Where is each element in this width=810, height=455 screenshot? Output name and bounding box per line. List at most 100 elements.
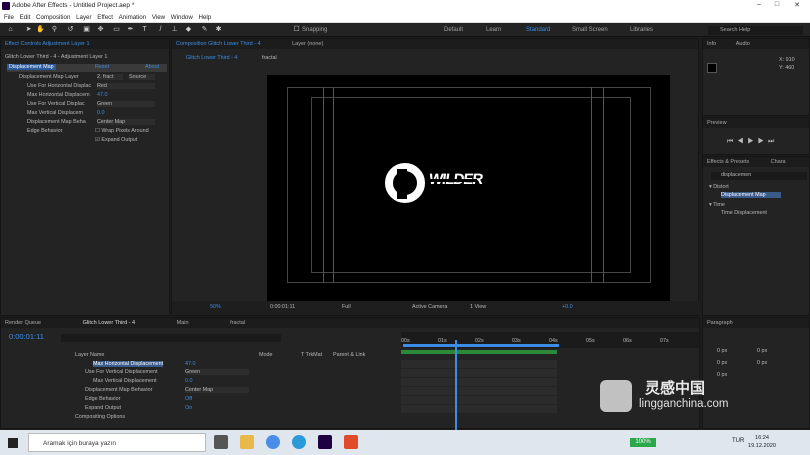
zoom-dropdown[interactable]: 50% <box>210 304 221 310</box>
timeline-row-label[interactable]: Max Horizontal Displacement <box>93 361 164 367</box>
effects-presets-tab[interactable]: Effects & Presets <box>707 159 749 165</box>
layer-duration-bar[interactable] <box>401 350 557 354</box>
search-help-input[interactable]: Search Help <box>708 26 803 35</box>
taskbar-search-input[interactable]: Aramak için buraya yazın <box>28 433 206 452</box>
current-time[interactable]: 0:00:01:11 <box>270 304 295 310</box>
roto-brush-icon[interactable]: ✎ <box>200 25 209 34</box>
timeline-row-label[interactable]: Use For Vertical Displacement <box>85 369 158 375</box>
type-tool-icon[interactable]: T <box>140 25 149 34</box>
rotate-tool-icon[interactable]: ↺ <box>66 25 75 34</box>
menu-edit[interactable]: Edit <box>20 13 31 23</box>
effect-time-displacement[interactable]: Time Displacement <box>721 210 767 216</box>
snapping-checkbox[interactable]: ☐ <box>292 25 301 34</box>
timeline-row-value[interactable]: Center Map <box>185 387 249 393</box>
map-behavior-select[interactable]: Center Map <box>97 119 155 125</box>
task-view-icon[interactable] <box>214 435 228 449</box>
comp-timeline-tab[interactable]: Glitch Lower Third - 4 <box>83 320 135 326</box>
timeline-row-value[interactable]: 0.0 <box>185 378 193 384</box>
timeline-row-label[interactable]: Edge Behavior <box>85 396 120 402</box>
rectangle-tool-icon[interactable]: ▭ <box>112 25 121 34</box>
hand-tool-icon[interactable]: ✋ <box>36 25 45 34</box>
work-area-bar[interactable] <box>403 344 559 347</box>
after-effects-icon[interactable] <box>318 435 332 449</box>
expand-output-checkbox[interactable]: ☑ Expand Output <box>95 137 137 143</box>
resolution-dropdown[interactable]: Full <box>342 304 351 310</box>
timeline-row-label[interactable]: Expand Output <box>85 405 121 411</box>
brush-tool-icon[interactable]: / <box>156 25 165 34</box>
camera-dropdown[interactable]: Active Camera <box>412 304 447 310</box>
playhead[interactable] <box>455 340 457 430</box>
composition-tab[interactable]: Composition Glitch Lower Third - 4 <box>176 41 261 47</box>
workspace-default[interactable]: Default <box>444 27 463 33</box>
puppet-tool-icon[interactable]: ✱ <box>214 25 223 34</box>
menu-view[interactable]: View <box>152 13 165 23</box>
menu-layer[interactable]: Layer <box>76 13 91 23</box>
map-layer-select[interactable]: 2. fract <box>97 74 123 80</box>
category-time[interactable]: ▾ Time <box>709 202 725 208</box>
fractal-tab[interactable]: fractal <box>230 320 245 326</box>
language-indicator[interactable]: TUR <box>732 438 744 444</box>
camera-tool-icon[interactable]: ▣ <box>82 25 91 34</box>
timeline-search-input[interactable] <box>61 334 281 342</box>
comp-subtab[interactable]: Glitch Lower Third - 4 <box>186 55 237 61</box>
time-ruler[interactable]: 00s 01s 02s 03s 04s 05s 06s 07s <box>401 332 699 348</box>
menu-file[interactable]: File <box>4 13 14 23</box>
reset-link[interactable]: Reset <box>95 64 109 70</box>
timeline-row-value[interactable]: Green <box>185 369 249 375</box>
effect-displacement-map[interactable]: Displacement Map <box>721 192 781 198</box>
pen-tool-icon[interactable]: ✒ <box>126 25 135 34</box>
eraser-tool-icon[interactable]: ◆ <box>184 25 193 34</box>
info-tab[interactable]: Info <box>707 41 716 47</box>
timeline-row-label[interactable]: Compositing Options <box>75 414 125 420</box>
layer-tab[interactable]: Layer (none) <box>292 41 323 47</box>
chrome-icon[interactable] <box>266 435 280 449</box>
zoom-tool-icon[interactable]: ⚲ <box>50 25 59 34</box>
wrap-checkbox[interactable]: ☐ Wrap Pixels Around <box>95 128 149 134</box>
selection-tool-icon[interactable]: ➤ <box>24 25 33 34</box>
workspace-libraries[interactable]: Libraries <box>630 27 653 33</box>
windows-start-icon[interactable] <box>8 438 18 448</box>
exposure-value[interactable]: +0.0 <box>562 304 573 310</box>
horizontal-channel-select[interactable]: Red <box>97 83 155 89</box>
edge-icon[interactable] <box>292 435 306 449</box>
file-explorer-icon[interactable] <box>240 435 254 449</box>
maximize-button[interactable]: □ <box>770 1 784 11</box>
render-queue-tab[interactable]: Render Queue <box>5 320 41 326</box>
category-distort[interactable]: ▾ Distort <box>709 184 729 190</box>
views-dropdown[interactable]: 1 View <box>470 304 486 310</box>
max-horizontal-value[interactable]: 47.0 <box>97 92 108 98</box>
character-tab[interactable]: Chara <box>771 159 786 165</box>
workspace-small-screen[interactable]: Small Screen <box>572 27 608 33</box>
effect-header[interactable]: Displacement Map Reset About <box>7 64 167 72</box>
menu-effect[interactable]: Effect <box>97 13 113 23</box>
indent-left[interactable]: 0 px <box>717 348 727 354</box>
main-tab[interactable]: Main <box>177 320 189 326</box>
comp-canvas[interactable]: WILDER <box>267 75 670 301</box>
menu-help[interactable]: Help <box>198 13 211 23</box>
timeline-row-label[interactable]: Displacement Map Behavior <box>85 387 152 393</box>
audio-tab[interactable]: Audio <box>736 41 750 47</box>
effects-search-input[interactable]: displacemen <box>711 172 807 180</box>
timeline-row-label[interactable]: Max Vertical Displacement <box>93 378 157 384</box>
vertical-channel-select[interactable]: Green <box>97 101 155 107</box>
indent-first[interactable]: 0 px <box>717 360 727 366</box>
space-before[interactable]: 0 px <box>757 360 767 366</box>
workspace-standard[interactable]: Standard <box>526 27 550 33</box>
minimize-button[interactable]: – <box>752 1 766 11</box>
source-select[interactable]: Source <box>129 74 155 80</box>
preview-controls[interactable]: ⏮◀▶▶⏭ <box>727 138 778 146</box>
space-after[interactable]: 0 px <box>717 372 727 378</box>
menu-composition[interactable]: Composition <box>36 13 70 23</box>
timeline-current-time[interactable]: 0:00:01:11 <box>9 332 44 341</box>
timeline-row-value[interactable]: 47.0 <box>185 361 196 367</box>
menu-window[interactable]: Window <box>171 13 193 23</box>
timeline-row-value[interactable]: Off <box>185 396 192 402</box>
max-vertical-value[interactable]: 0.0 <box>97 110 105 116</box>
pan-behind-icon[interactable]: ✥ <box>96 25 105 34</box>
screen-recorder-icon[interactable] <box>344 435 358 449</box>
close-button[interactable]: ✕ <box>790 1 804 11</box>
fractal-subtab[interactable]: fractal <box>262 55 277 61</box>
system-clock[interactable]: 16:24 19.12.2020 <box>748 434 776 450</box>
clone-stamp-icon[interactable]: ⊥ <box>170 25 179 34</box>
workspace-learn[interactable]: Learn <box>486 27 501 33</box>
